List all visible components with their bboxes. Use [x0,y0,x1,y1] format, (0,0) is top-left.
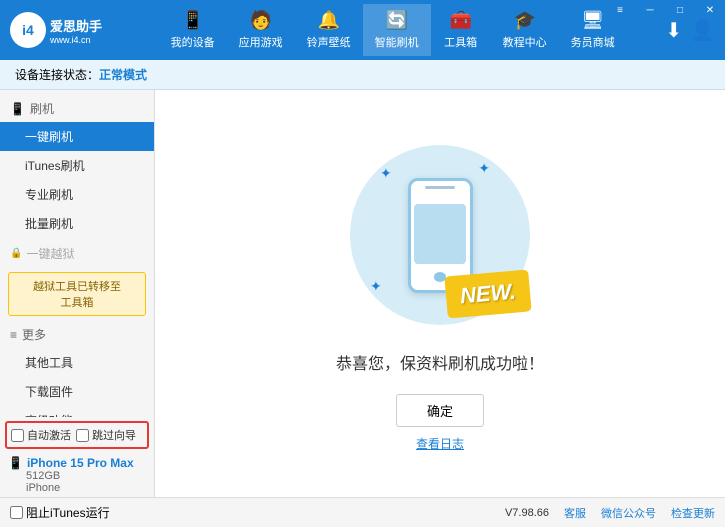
device-entry: 📱 iPhone 15 Pro Max 512GB iPhone [0,453,154,497]
sidebar-disabled-label: 一键越狱 [26,245,74,262]
sidebar-group-flash-header: 📱 刷机 [0,95,154,122]
check-update-link[interactable]: 检查更新 [671,505,715,521]
main-content: ✦ ✦ ✦ NEW. 恭喜您，保资料刷机成功啦！ 确定 查看日志 [155,90,725,497]
log-link[interactable]: 查看日志 [416,435,464,452]
sparkle-1: ✦ [380,165,392,182]
nav-smart-flash[interactable]: 🔄 智能刷机 [363,4,431,56]
bottom-bar: 阻止iTunes运行 V7.98.66 客服 微信公众号 检查更新 [0,497,725,527]
auto-activate-checkbox[interactable] [11,429,24,442]
logo-sub: www.i4.cn [50,35,102,45]
status-mode: 正常模式 [99,66,147,83]
nav-apps-games[interactable]: 🧑 应用游戏 [227,4,295,56]
device-icon: 📱 [8,456,23,470]
device-type: iPhone [8,482,146,494]
logo-main: 爱思助手 [50,16,102,35]
flash-group-icon: 📱 [10,102,25,116]
restore-button[interactable]: □ [665,0,695,20]
phone-screen [414,204,466,264]
nav-bar: 📱 我的设备 🧑 应用游戏 🔔 铃声壁纸 🔄 智能刷机 🧰 工具箱 🎓 [120,4,665,56]
sidebar-group-flash: 📱 刷机 一键刷机 iTunes刷机 专业刷机 批量刷机 [0,95,154,238]
auto-activate-checkbox-label[interactable]: 自动激活 [11,427,71,443]
sidebar-group-more-header: ≡ 更多 [0,321,154,348]
bottom-right: V7.98.66 客服 微信公众号 检查更新 [505,505,715,521]
skip-guide-label: 跳过向导 [92,427,136,443]
sidebar-notice: 越狱工具已转移至工具箱 [8,272,146,316]
sidebar-item-one-key-flash[interactable]: 一键刷机 [0,122,154,151]
auto-activate-label: 自动激活 [27,427,71,443]
sidebar-item-download-firmware[interactable]: 下载固件 [0,377,154,406]
bottom-left: 阻止iTunes运行 [10,504,110,521]
ringtones-icon: 🔔 [317,10,339,31]
sparkle-2: ✦ [478,160,490,177]
device-name: iPhone 15 Pro Max [27,456,134,470]
nav-tutorial[interactable]: 🎓 教程中心 [491,4,559,56]
itunes-checkbox[interactable] [10,506,23,519]
nav-apps-games-label: 应用游戏 [239,34,283,50]
flash-group-label: 刷机 [30,100,54,117]
nav-tutorial-label: 教程中心 [503,34,547,50]
more-group-label: 更多 [22,326,46,343]
itunes-label: 阻止iTunes运行 [26,504,110,521]
logo-icon: i4 [10,12,46,48]
nav-my-device[interactable]: 📱 我的设备 [159,4,227,56]
service-icon: 🖥 [581,10,604,31]
sidebar-item-batch-flash[interactable]: 批量刷机 [0,209,154,238]
nav-ringtones-label: 铃声壁纸 [307,34,351,50]
new-badge: NEW. [445,269,532,318]
wechat-link[interactable]: 微信公众号 [601,505,656,521]
customer-service-link[interactable]: 客服 [564,505,586,521]
skip-guide-checkbox[interactable] [76,429,89,442]
sidebar-bottom-area: 自动激活 跳过向导 📱 iPhone 15 Pro Max 512GB iPho… [0,417,155,497]
nav-toolbox[interactable]: 🧰 工具箱 [431,4,491,56]
close-button[interactable]: ✕ [695,0,725,20]
logo: i4 爱思助手 www.i4.cn [10,12,120,48]
more-group-icon: ≡ [10,328,17,342]
device-storage: 512GB [8,470,146,482]
sidebar-item-pro-flash[interactable]: 专业刷机 [0,180,154,209]
skip-guide-checkbox-label[interactable]: 跳过向导 [76,427,136,443]
toolbox-icon: 🧰 [449,10,471,31]
smart-flash-icon: 🔄 [385,10,407,31]
sidebar-item-itunes-flash[interactable]: iTunes刷机 [0,151,154,180]
nav-toolbox-label: 工具箱 [444,34,477,50]
device-name-row: 📱 iPhone 15 Pro Max [8,456,146,470]
status-bar: 设备连接状态： 正常模式 [0,60,725,90]
itunes-checkbox-label[interactable]: 阻止iTunes运行 [10,504,110,521]
nav-smart-flash-label: 智能刷机 [375,34,419,50]
minimize-button[interactable]: ─ [635,0,665,20]
lock-icon: 🔒 [10,248,22,259]
sidebar-item-other-tools[interactable]: 其他工具 [0,348,154,377]
my-device-icon: 📱 [181,10,203,31]
success-message: 恭喜您，保资料刷机成功啦！ [336,350,544,374]
header-right: ⬇ 👤 [665,18,715,43]
sparkle-3: ✦ [370,278,382,295]
sidebar-disabled-jailbreak: 🔒 一键越狱 [0,240,154,267]
nav-service-label: 务员商城 [571,34,615,50]
version-text: V7.98.66 [505,507,549,519]
new-badge-text: NEW. [459,279,517,310]
tutorial-icon: 🎓 [513,10,535,31]
window-controls: ≡ ─ □ ✕ [605,0,725,20]
logo-text: 爱思助手 www.i4.cn [50,16,102,45]
phone-illustration: ✦ ✦ ✦ NEW. [340,135,540,335]
nav-my-device-label: 我的设备 [171,34,215,50]
download-button[interactable]: ⬇ [665,18,682,43]
apps-games-icon: 🧑 [249,10,271,31]
status-label: 设备连接状态： [15,66,99,83]
auto-activate-section: 自动激活 跳过向导 [5,421,149,449]
confirm-button[interactable]: 确定 [396,394,484,427]
logo-icon-text: i4 [22,22,34,38]
nav-ringtones[interactable]: 🔔 铃声壁纸 [295,4,363,56]
wifi-icon: ≡ [605,0,635,20]
account-button[interactable]: 👤 [690,18,715,43]
